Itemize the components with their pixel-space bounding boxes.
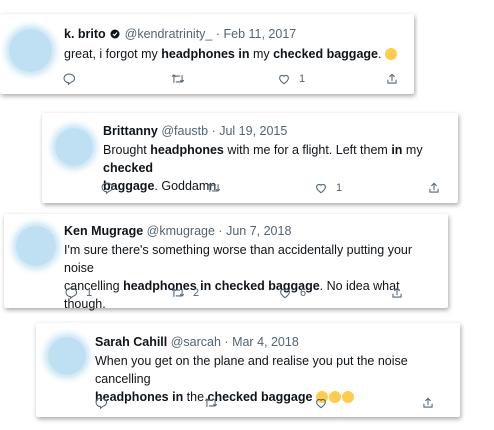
separator: · [208, 124, 220, 138]
retweet-icon [171, 286, 185, 300]
like-icon [314, 396, 328, 410]
like-count: 6 [300, 287, 307, 299]
share-button[interactable] [421, 396, 435, 410]
retweet-button[interactable] [171, 72, 185, 86]
author-name[interactable]: Ken Mugrage [64, 224, 143, 238]
tweet-card[interactable]: Ken Mugrage @kmugrage · Jun 7, 2018 I'm … [4, 214, 448, 311]
reply-icon [64, 286, 78, 300]
retweet-icon [171, 72, 185, 86]
tweet-header: Ken Mugrage @kmugrage · Jun 7, 2018 [64, 223, 291, 239]
tweet-header: Brittanny @faustb · Jul 19, 2015 [103, 123, 287, 139]
retweet-icon [207, 181, 221, 195]
author-handle[interactable]: @sarcah [171, 335, 221, 349]
tweet-text: great, i forgot my headphones in my chec… [64, 45, 404, 63]
retweet-count: 2 [193, 287, 200, 299]
like-button[interactable]: 1 [314, 181, 342, 195]
share-button[interactable] [385, 72, 399, 86]
tired-face-emoji [384, 48, 397, 60]
reply-button[interactable] [62, 72, 76, 86]
tweet-actions: 1 2 6 [64, 286, 404, 302]
tweet-card[interactable]: k. brito @kendratrinity_ · Feb 11, 2017 … [0, 14, 414, 94]
tweet-header: Sarah Cahill @sarcah · Mar 4, 2018 [95, 334, 299, 350]
reply-icon [94, 396, 108, 410]
reply-button[interactable]: 1 [64, 286, 92, 300]
reply-count: 1 [86, 287, 93, 299]
like-icon [278, 286, 292, 300]
like-button[interactable]: 6 [278, 286, 306, 300]
separator: · [214, 224, 227, 238]
retweet-icon [204, 396, 218, 410]
tweet-actions: 1 [100, 181, 445, 197]
tweet-card[interactable]: Brittanny @faustb · Jul 19, 2015 Brought… [42, 113, 458, 203]
share-icon [427, 181, 441, 195]
reply-button[interactable] [100, 181, 114, 195]
tweet-actions [94, 396, 439, 412]
like-button[interactable] [314, 396, 328, 410]
share-icon [421, 396, 435, 410]
separator: · [220, 335, 233, 349]
separator: · [212, 27, 224, 41]
tweet-header: k. brito @kendratrinity_ · Feb 11, 2017 [64, 26, 296, 42]
like-icon [314, 181, 328, 195]
author-name[interactable]: k. brito [64, 27, 106, 41]
tweet-card[interactable]: Sarah Cahill @sarcah · Mar 4, 2018 When … [36, 323, 460, 417]
retweet-button[interactable] [207, 181, 221, 195]
reply-icon [100, 181, 114, 195]
tweet-text: I'm sure there's something worse than ac… [64, 243, 413, 311]
share-icon [390, 286, 404, 300]
avatar[interactable] [48, 337, 86, 375]
retweet-button[interactable]: 2 [171, 286, 199, 300]
like-icon [277, 72, 291, 86]
avatar[interactable] [55, 128, 93, 166]
author-handle[interactable]: @kmugrage [147, 224, 215, 238]
like-count: 1 [336, 182, 343, 194]
author-handle[interactable]: @kendratrinity_ [125, 27, 213, 41]
avatar[interactable] [9, 29, 52, 72]
tweet-date[interactable]: Jul 19, 2015 [219, 124, 287, 138]
tweet-date[interactable]: Feb 11, 2017 [223, 27, 296, 41]
avatar[interactable] [16, 226, 56, 266]
like-button[interactable]: 1 [277, 72, 305, 86]
author-handle[interactable]: @faustb [161, 124, 208, 138]
tweet-date[interactable]: Jun 7, 2018 [226, 224, 291, 238]
retweet-button[interactable] [204, 396, 218, 410]
share-button[interactable] [390, 286, 404, 300]
reply-button[interactable] [94, 396, 108, 410]
tweet-date[interactable]: Mar 4, 2018 [232, 335, 299, 349]
share-button[interactable] [427, 181, 441, 195]
like-count: 1 [299, 73, 306, 85]
author-name[interactable]: Sarah Cahill [95, 335, 167, 349]
reply-icon [62, 72, 76, 86]
share-icon [385, 72, 399, 86]
tweet-actions: 1 [62, 72, 402, 88]
author-name[interactable]: Brittanny [103, 124, 158, 138]
verified-badge-icon [110, 29, 120, 39]
